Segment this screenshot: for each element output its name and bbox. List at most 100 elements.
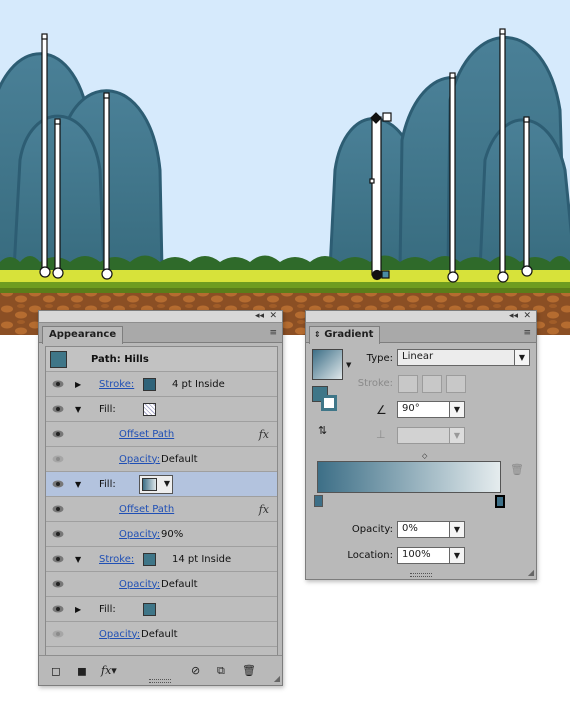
stroke-swatch[interactable] <box>143 553 156 566</box>
expand-arrow-icon[interactable]: ▶ <box>75 605 81 614</box>
panel-menu-icon[interactable]: ≡ <box>523 328 531 338</box>
stroke-label[interactable]: Stroke: <box>99 379 134 390</box>
add-fill-icon[interactable]: ◼ <box>77 664 87 678</box>
eye-icon[interactable] <box>52 555 64 563</box>
gradient-stop-start[interactable] <box>314 495 323 507</box>
stroke-value: 14 pt Inside <box>172 553 232 565</box>
tab-gradient[interactable]: ⇕ Gradient <box>309 326 381 344</box>
stroke-row[interactable]: ▼ Stroke: 14 pt Inside <box>46 547 277 572</box>
fill-row[interactable]: ▼ Fill: <box>46 397 277 422</box>
eye-icon[interactable] <box>52 605 64 613</box>
opacity-link[interactable]: Opacity: <box>119 529 160 540</box>
angle-value: 90° <box>402 403 420 414</box>
gradient-swatch <box>142 478 157 491</box>
gradient-preview-swatch[interactable] <box>312 349 343 380</box>
fill-swatch[interactable] <box>143 603 156 616</box>
chevron-down-icon: ▼ <box>514 350 529 365</box>
close-icon[interactable]: ✕ <box>269 312 277 321</box>
offset-path-link[interactable]: Offset Path <box>119 429 174 440</box>
add-effect-icon[interactable]: fx▾ <box>101 664 117 677</box>
collapse-icon[interactable]: ◂◂ <box>255 312 264 321</box>
offset-path-link[interactable]: Offset Path <box>119 504 174 515</box>
resize-handle-icon[interactable]: ◢ <box>274 674 280 683</box>
resize-handle-icon[interactable]: ◢ <box>528 568 534 577</box>
panel-menu-icon[interactable]: ≡ <box>269 328 277 338</box>
fill-label: Fill: <box>99 478 116 490</box>
duplicate-item-icon[interactable]: ⧉ <box>217 664 225 678</box>
opacity-row[interactable]: Opacity: Default <box>46 447 277 472</box>
eye-icon[interactable] <box>52 380 64 388</box>
clear-appearance-icon[interactable]: ⊘ <box>191 664 200 677</box>
trash-icon[interactable]: 🗑 <box>242 664 256 677</box>
stroke-within-icon <box>398 375 418 393</box>
eye-icon[interactable] <box>52 480 64 488</box>
stroke-label[interactable]: Stroke: <box>99 554 134 565</box>
opacity-value: Default <box>161 578 198 590</box>
opacity-link[interactable]: Opacity: <box>119 579 160 590</box>
eye-icon[interactable] <box>52 505 64 513</box>
stroke-indicator[interactable] <box>321 395 337 411</box>
location-value: 100% <box>402 549 431 560</box>
stroke-row[interactable]: ▶ Stroke: 4 pt Inside <box>46 372 277 397</box>
eye-icon[interactable] <box>52 430 64 438</box>
panel-titlebar[interactable]: ◂◂ ✕ <box>39 311 282 323</box>
midpoint-icon[interactable]: ◇ <box>422 452 427 460</box>
stroke-value: 4 pt Inside <box>172 378 225 390</box>
eye-icon[interactable] <box>52 580 64 588</box>
opacity-value: Default <box>141 628 178 640</box>
opacity-label: Opacity: <box>351 524 393 535</box>
reverse-gradient-icon[interactable]: ⇅ <box>318 424 327 437</box>
opacity-input[interactable]: 0% ▼ <box>397 521 465 538</box>
stroke-swatch[interactable] <box>143 378 156 391</box>
collapse-arrow-icon[interactable]: ▼ <box>75 405 81 414</box>
gradient-stop-end-selected[interactable] <box>495 495 505 508</box>
aspect-ratio-icon: ⊥ <box>376 428 386 441</box>
path-title: Path: Hills <box>91 353 149 365</box>
panel-grip[interactable] <box>149 679 171 683</box>
panel-titlebar[interactable]: ◂◂ ✕ <box>306 311 536 323</box>
add-stroke-icon[interactable]: ◻ <box>51 664 61 678</box>
chevron-down-icon: ▼ <box>449 548 464 563</box>
trash-icon[interactable]: 🗑 <box>510 463 524 476</box>
hills-scene-illustration <box>0 0 570 335</box>
opacity-value: 90% <box>161 528 184 540</box>
fill-row-selected[interactable]: ▼ Fill: ▼ <box>46 472 277 497</box>
angle-input[interactable]: 90° ▼ <box>397 401 465 418</box>
effect-row[interactable]: Offset Path fx <box>46 497 277 522</box>
fill-swatch-dropdown[interactable]: ▼ <box>139 475 173 494</box>
location-input[interactable]: 100% ▼ <box>397 547 465 564</box>
opacity-row[interactable]: Opacity: 90% <box>46 522 277 547</box>
eye-icon[interactable] <box>52 630 64 638</box>
chevron-down-icon: ▼ <box>163 479 170 488</box>
chevron-down-icon: ▼ <box>449 402 464 417</box>
opacity-row[interactable]: Opacity: Default <box>46 622 277 647</box>
fill-row[interactable]: ▶ Fill: <box>46 597 277 622</box>
tab-appearance[interactable]: Appearance <box>42 326 124 344</box>
gradient-panel: ◂◂ ✕ ⇕ Gradient ≡ ▼ Type: Linear ▼ Strok… <box>305 310 537 580</box>
eye-icon[interactable] <box>52 530 64 538</box>
gradient-slider[interactable] <box>317 461 501 493</box>
effect-row[interactable]: Offset Path fx <box>46 422 277 447</box>
collapse-arrow-icon[interactable]: ▼ <box>75 555 81 564</box>
close-icon[interactable]: ✕ <box>523 312 531 321</box>
opacity-value: 0% <box>402 523 418 534</box>
stroke-along-icon <box>422 375 442 393</box>
collapse-arrow-icon[interactable]: ▼ <box>75 480 81 489</box>
eye-icon[interactable] <box>52 455 64 463</box>
panel-grip[interactable] <box>410 573 432 577</box>
fx-icon[interactable]: fx <box>259 503 269 516</box>
gradient-tabbar: ⇕ Gradient ≡ <box>306 323 536 344</box>
angle-icon: ∠ <box>376 403 387 417</box>
expand-arrow-icon[interactable]: ▶ <box>75 380 81 389</box>
fill-pattern-swatch[interactable] <box>143 403 156 416</box>
chevron-down-icon[interactable]: ▼ <box>346 361 351 369</box>
type-select[interactable]: Linear ▼ <box>397 349 530 366</box>
opacity-link[interactable]: Opacity: <box>99 629 140 640</box>
eye-icon[interactable] <box>52 405 64 413</box>
collapse-icon[interactable]: ◂◂ <box>509 312 518 321</box>
opacity-link[interactable]: Opacity: <box>119 454 160 465</box>
opacity-row[interactable]: Opacity: Default <box>46 572 277 597</box>
fx-icon[interactable]: fx <box>259 428 269 441</box>
artboard-scene <box>0 0 570 335</box>
panel-options-icon: ⇕ <box>314 330 321 339</box>
